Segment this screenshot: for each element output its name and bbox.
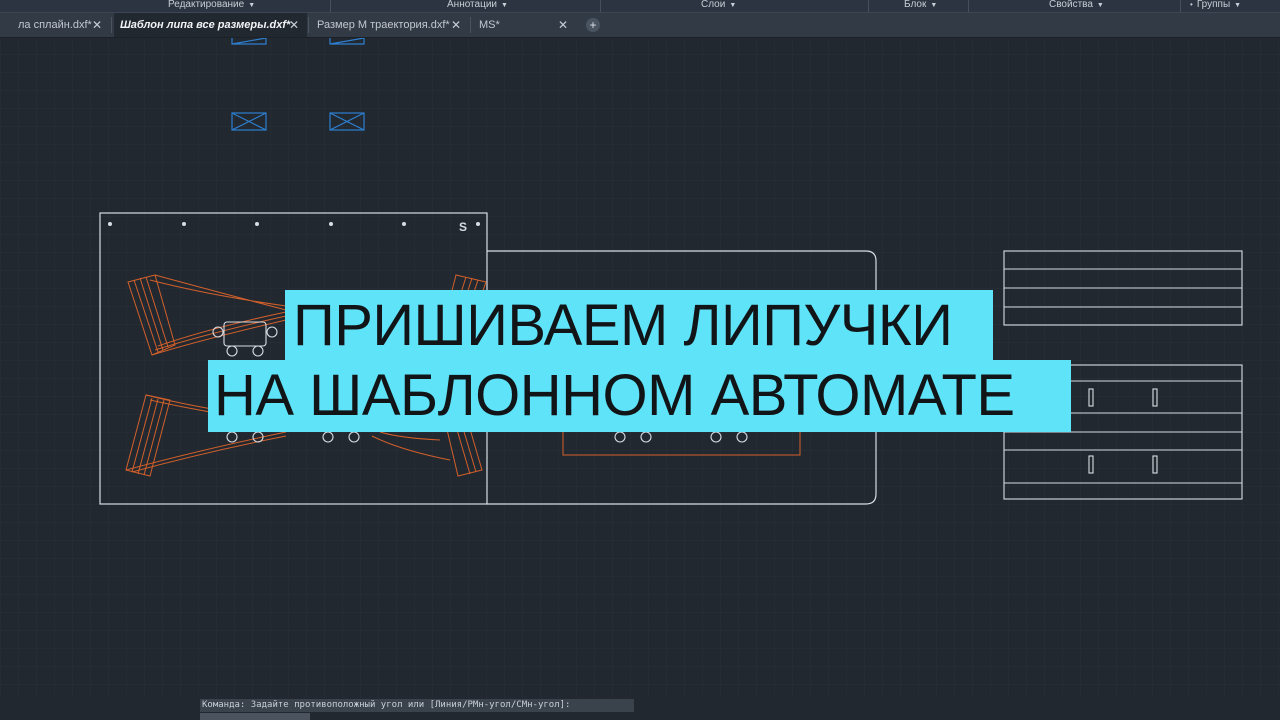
tab-template-all-sizes[interactable]: Шаблон липа все размеры.dxf* ✕ [114,13,307,37]
command-line-history: Команда: Задайте противоположный угол ил… [200,699,634,712]
ribbon-divider [868,0,869,12]
ribbon-panel-groups[interactable]: • Группы ▼ [1190,0,1241,11]
ribbon-divider [600,0,601,12]
ribbon-divider [330,0,331,12]
close-icon[interactable]: ✕ [451,13,461,37]
add-tab-button[interactable]: + [586,18,600,32]
ribbon-divider [1180,0,1181,12]
tab-divider [308,17,309,33]
chevron-down-icon: ▼ [501,2,508,9]
close-icon[interactable]: ✕ [92,13,102,37]
chevron-down-icon: ▼ [930,2,938,9]
ribbon-panel-properties[interactable]: Свойства ▼ [1049,0,1104,11]
command-input[interactable] [200,713,310,720]
chevron-down-icon: ▼ [1096,2,1104,9]
close-icon[interactable]: ✕ [289,13,299,37]
tab-spline-file[interactable]: ла сплайн.dxf* ✕ [12,13,110,37]
ribbon-panel-editing[interactable]: Редактирование ▼ [168,0,255,11]
close-icon[interactable]: ✕ [558,13,568,37]
tab-divider [111,17,112,33]
ribbon-panel-block[interactable]: Блок ▼ [904,0,937,11]
ribbon-panel-bar: Редактирование ▼ Аннотации ▼ Слои ▼ Блок ▼ С… [0,0,1280,13]
template-marker-s: S [459,220,467,234]
tab-size-m-trajectory[interactable]: Размер М траектория.dxf* ✕ [311,13,469,37]
ribbon-panel-annotations[interactable]: Аннотации ▼ [447,0,508,11]
tab-ms[interactable]: MS* ✕ [473,13,576,37]
pin-icon: • [1190,0,1193,9]
tab-divider [470,17,471,33]
file-tab-bar: ла сплайн.dxf* ✕ Шаблон липа все размеры… [0,13,1280,38]
ribbon-panel-layers[interactable]: Слои ▼ [701,0,736,11]
chevron-down-icon: ▼ [1234,2,1242,9]
chevron-down-icon: ▼ [729,2,737,9]
chevron-down-icon: ▼ [248,2,256,9]
overlay-title-line-2: НА ШАБЛОННОМ АВТОМАТЕ [208,360,1071,432]
overlay-title-line-1: ПРИШИВАЕМ ЛИПУЧКИ [285,290,993,362]
ribbon-divider [968,0,969,12]
